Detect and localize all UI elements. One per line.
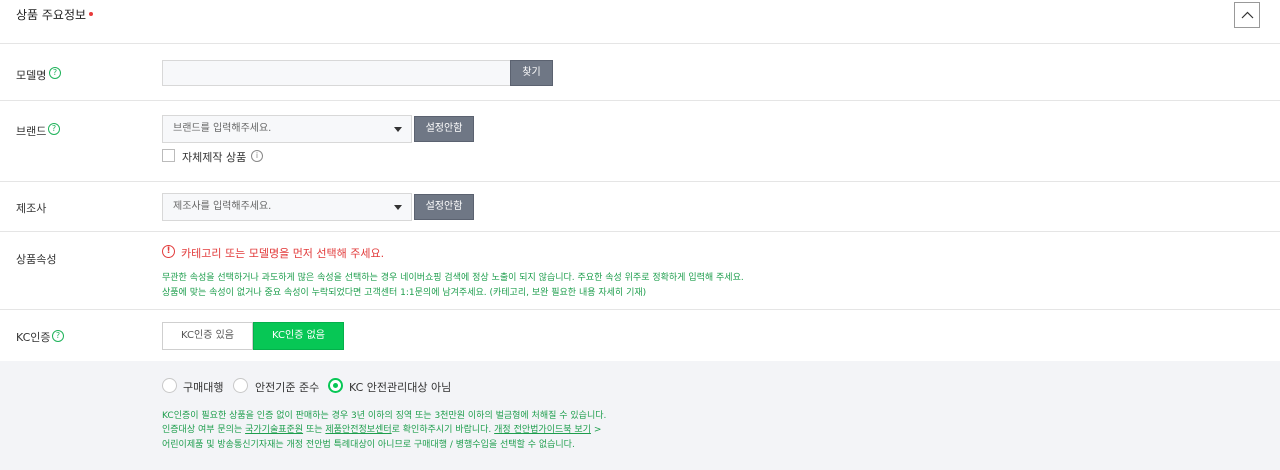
attributes-label: 상품속성	[16, 253, 57, 266]
chevron-down-icon	[394, 127, 402, 132]
manufacturer-set-button[interactable]: 설정안함	[414, 194, 474, 220]
attributes-guide-line1: 무관한 속성을 선택하거나 과도하게 많은 속성을 선택하는 경우 네이버쇼핑 …	[162, 273, 744, 283]
manufacturer-select[interactable]: 제조사를 입력해주세요.	[162, 193, 412, 221]
model-label: 모델명	[16, 69, 47, 82]
brand-select[interactable]: 브랜드를 입력해주세요.	[162, 115, 412, 143]
kats-link[interactable]: 국가기술표준원	[245, 425, 303, 435]
own-product-label[interactable]: 자체제작 상품	[182, 149, 246, 165]
help-icon[interactable]: ?	[48, 123, 60, 135]
radio-safety-standard[interactable]	[233, 378, 248, 393]
kc-notice-line3: 어린이제품 및 방송통신기자재는 개정 전안법 특례대상이 아니므로 구매대행 …	[162, 440, 575, 450]
kc-notice-line2: 인증대상 여부 문의는 국가기술표준원 또는 제품안전정보센터로 확인하주시기 …	[162, 422, 601, 435]
kc-label: KC인증	[16, 331, 51, 344]
required-mark	[89, 12, 93, 16]
collapse-button[interactable]	[1234, 2, 1260, 28]
manufacturer-placeholder: 제조사를 입력해주세요.	[173, 201, 272, 212]
warning-icon: !	[162, 245, 175, 258]
model-input[interactable]	[162, 60, 511, 86]
brand-placeholder: 브랜드를 입력해주세요.	[173, 123, 272, 134]
radio-purchase-agency[interactable]	[162, 378, 177, 393]
kc-notice-text: 인증대상 여부 문의는	[162, 425, 246, 435]
manufacturer-label: 제조사	[16, 202, 47, 215]
kc-notice-text: 또는	[303, 425, 326, 435]
kc-options-panel: 구매대행 안전기준 준수 KC 안전관리대상 아님 KC인증이 필요한 상품을 …	[0, 361, 1280, 470]
info-icon[interactable]: i	[251, 150, 263, 162]
radio-purchase-agency-label[interactable]: 구매대행	[183, 379, 223, 395]
attributes-warning: 카테고리 또는 모델명을 먼저 선택해 주세요.	[181, 247, 385, 260]
own-product-checkbox[interactable]	[162, 149, 175, 162]
model-row: 모델명 ? 찾기	[0, 44, 1280, 101]
chevron-up-icon	[1241, 11, 1254, 19]
section-title: 상품 주요정보	[16, 8, 87, 22]
chevron-right-icon: >	[590, 425, 602, 435]
tab-kc-yes[interactable]: KC인증 있음	[162, 322, 253, 350]
radio-safety-standard-label[interactable]: 안전기준 준수	[255, 379, 319, 395]
chevron-down-icon	[394, 205, 402, 210]
kc-row: KC인증 ? KC인증 있음 KC인증 없음	[0, 310, 1280, 361]
brand-set-button[interactable]: 설정안함	[414, 116, 474, 142]
radio-not-kc-target[interactable]	[328, 378, 343, 393]
manufacturer-row: 제조사 제조사를 입력해주세요. 설정안함	[0, 182, 1280, 232]
find-button[interactable]: 찾기	[510, 60, 553, 86]
safety-info-center-link[interactable]: 제품안전정보센터	[325, 425, 391, 435]
radio-not-kc-target-label[interactable]: KC 안전관리대상 아님	[349, 379, 451, 395]
tab-kc-no[interactable]: KC인증 없음	[253, 322, 344, 350]
attributes-row: 상품속성 ! 카테고리 또는 모델명을 먼저 선택해 주세요. 무관한 속성을 …	[0, 232, 1280, 310]
kc-notice-line1: KC인증이 필요한 상품을 인증 없이 판매하는 경우 3년 이하의 징역 또는…	[162, 411, 607, 421]
attributes-guide-line2: 상품에 맞는 속성이 없거나 중요 속성이 누락되었다면 고객센터 1:1문의에…	[162, 288, 647, 298]
brand-row: 브랜드 ? 브랜드를 입력해주세요. 설정안함 자체제작 상품 i	[0, 101, 1280, 182]
guidebook-link[interactable]: 개정 전안법가이드북 보기	[494, 425, 591, 435]
brand-label: 브랜드	[16, 125, 47, 138]
kc-notice-text: 로 확인하주시기 바랍니다.	[391, 425, 495, 435]
help-icon[interactable]: ?	[52, 330, 64, 342]
help-icon[interactable]: ?	[49, 67, 61, 79]
section-header: 상품 주요정보	[0, 0, 1280, 44]
